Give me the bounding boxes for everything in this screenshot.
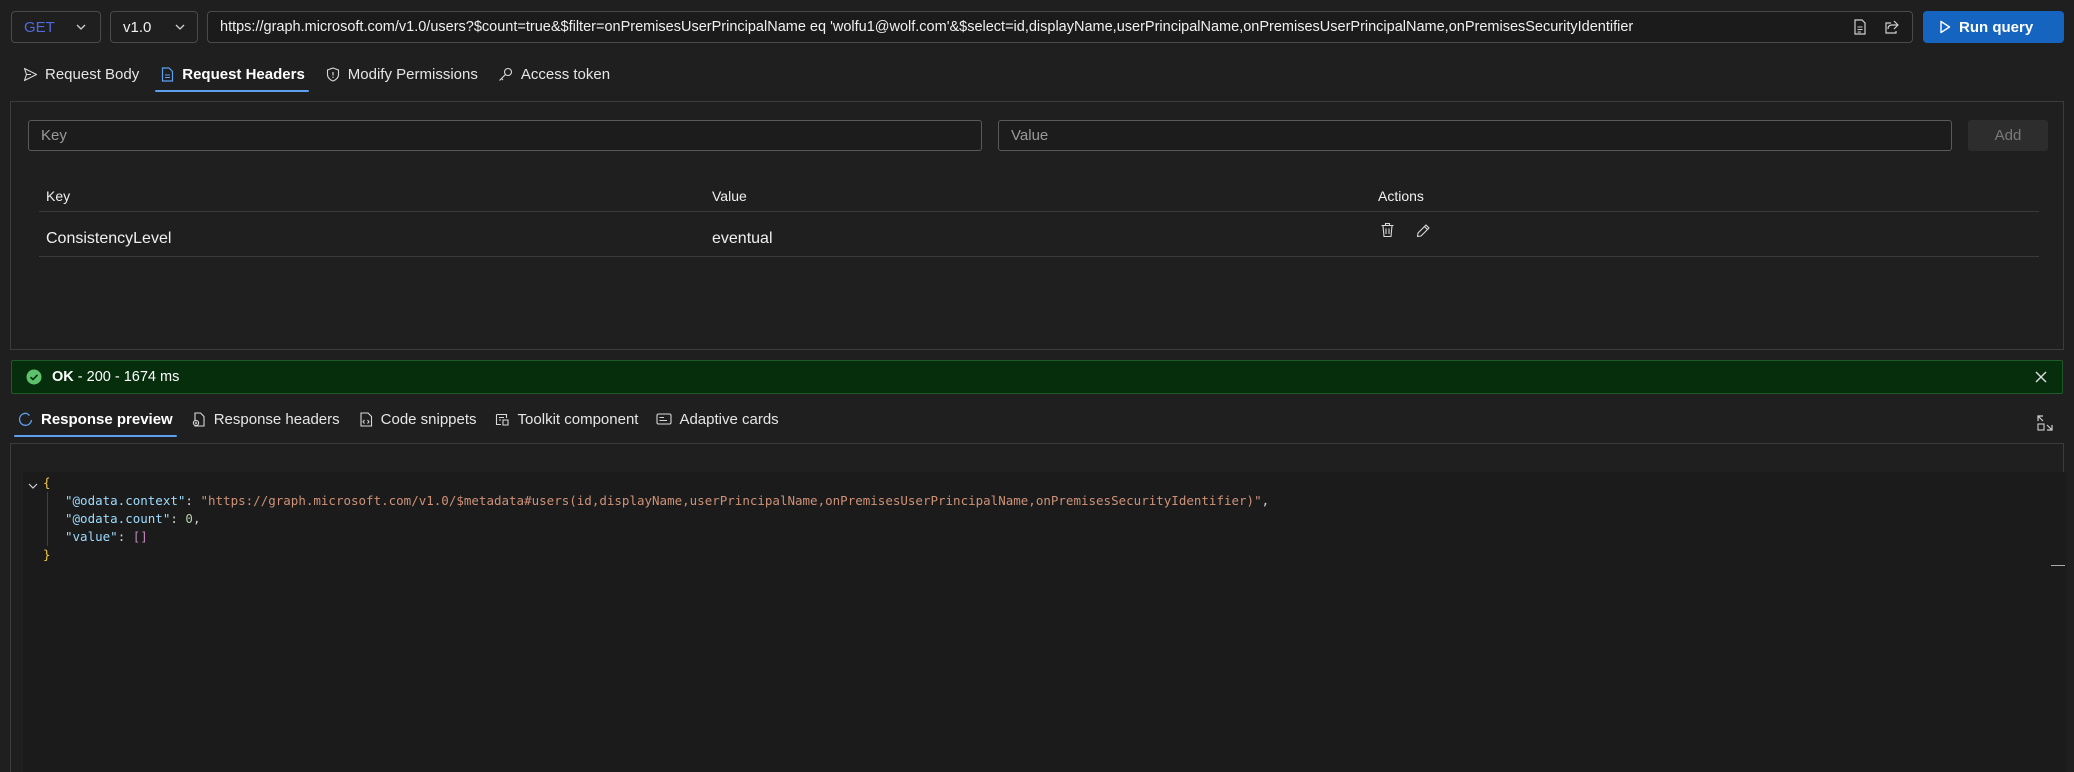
run-query-button[interactable]: Run query (1923, 11, 2064, 43)
header-row-actions (1371, 221, 2039, 239)
tab-label: Request Headers (182, 65, 305, 83)
tab-access-token[interactable]: Access token (496, 60, 612, 88)
json-key: "@odata.count" (65, 511, 171, 526)
close-icon[interactable] (2034, 370, 2048, 384)
response-tabs: Response preview Response headers Code s… (14, 405, 795, 437)
tab-label: Response preview (41, 410, 173, 428)
status-message: OK - 200 - 1674 ms (52, 369, 179, 385)
json-close-brace: } (43, 547, 51, 562)
http-method-select[interactable]: GET (11, 11, 101, 43)
json-open-brace: { (43, 475, 51, 490)
shield-icon (325, 66, 341, 82)
response-status-bar: OK - 200 - 1674 ms (11, 360, 2063, 394)
json-line-count: "@odata.count": 0, (65, 511, 201, 526)
json-string-value: "https://graph.microsoft.com/v1.0/$metad… (200, 493, 1262, 508)
json-line-open: { (43, 474, 51, 492)
json-line-value: "value": [] (65, 529, 148, 544)
column-header-key: Key (46, 187, 71, 204)
tab-label: Request Body (45, 65, 140, 83)
status-ok: OK (52, 369, 74, 385)
code-icon (358, 411, 374, 427)
add-header-label: Add (1994, 127, 2022, 144)
tab-label: Access token (520, 65, 611, 83)
table-row: ConsistencyLevel eventual (39, 212, 2039, 257)
header-row-key: ConsistencyLevel (46, 230, 172, 247)
json-number-value: 0 (185, 511, 193, 526)
tab-request-body[interactable]: Request Body (20, 60, 141, 88)
tab-label: Modify Permissions (347, 65, 478, 83)
headers-table-header: Key Value Actions (39, 180, 2039, 212)
header-row-value: eventual (712, 230, 773, 247)
request-headers-panel: Key Value Add Key Value Actions Consiste… (10, 101, 2064, 350)
add-header-button[interactable]: Add (1968, 120, 2048, 151)
header-key-input[interactable]: Key (28, 120, 982, 151)
play-icon (1940, 20, 1951, 34)
json-line-close: } (43, 546, 51, 564)
json-viewer[interactable]: { "@odata.context": "https://graph.micro… (23, 472, 2067, 772)
headers-table: Key Value Actions ConsistencyLevel event… (39, 180, 2039, 257)
tab-label: Response headers (213, 410, 340, 428)
chevron-down-icon[interactable] (27, 480, 39, 492)
request-tabs: Request Body Request Headers Modify Perm… (20, 60, 628, 92)
headers-icon (191, 411, 207, 427)
tab-code-snippets[interactable]: Code snippets (356, 405, 479, 433)
tab-modify-permissions[interactable]: Modify Permissions (323, 60, 480, 88)
document-icon[interactable] (1850, 17, 1870, 37)
json-key: "value" (65, 529, 118, 544)
toolkit-icon (495, 411, 511, 427)
indent-guide (47, 492, 48, 546)
tab-label: Code snippets (380, 410, 477, 428)
key-icon (498, 66, 514, 82)
document-icon (159, 66, 175, 82)
response-panel: { "@odata.context": "https://graph.micro… (10, 443, 2067, 772)
json-key: "@odata.context" (65, 493, 186, 508)
chevron-down-icon (175, 24, 185, 30)
send-icon (22, 66, 38, 82)
api-version-select[interactable]: v1.0 (110, 11, 198, 43)
card-icon (656, 411, 673, 427)
tab-label: Toolkit component (517, 410, 639, 428)
http-method-value: GET (24, 18, 55, 36)
preview-icon (18, 411, 34, 427)
query-url-text: https://graph.microsoft.com/v1.0/users?$… (220, 19, 1634, 35)
query-url-input[interactable]: https://graph.microsoft.com/v1.0/users?$… (207, 11, 1913, 43)
success-check-icon (26, 369, 42, 385)
tab-response-preview[interactable]: Response preview (14, 405, 177, 437)
tab-label: Adaptive cards (679, 410, 779, 428)
delete-icon[interactable] (1378, 221, 1396, 239)
json-line-context: "@odata.context": "https://graph.microso… (65, 493, 1270, 508)
tab-response-headers[interactable]: Response headers (189, 405, 342, 433)
tab-toolkit-component[interactable]: Toolkit component (493, 405, 641, 433)
share-icon[interactable] (1882, 17, 1902, 37)
expand-icon[interactable] (2036, 414, 2054, 432)
run-query-label: Run query (1959, 18, 2034, 36)
status-detail: - 200 - 1674 ms (73, 369, 180, 385)
minimap-indicator (2051, 565, 2065, 566)
column-header-value: Value (712, 187, 747, 204)
api-version-value: v1.0 (123, 18, 152, 36)
header-key-placeholder: Key (41, 127, 67, 144)
header-value-placeholder: Value (1011, 127, 1049, 144)
tab-request-headers[interactable]: Request Headers (155, 60, 309, 92)
column-header-actions: Actions (1378, 187, 1424, 204)
json-array-value: [] (132, 529, 148, 544)
header-value-input[interactable]: Value (998, 120, 1952, 151)
chevron-down-icon (76, 24, 86, 30)
tab-adaptive-cards[interactable]: Adaptive cards (654, 405, 780, 433)
edit-icon[interactable] (1414, 221, 1432, 239)
